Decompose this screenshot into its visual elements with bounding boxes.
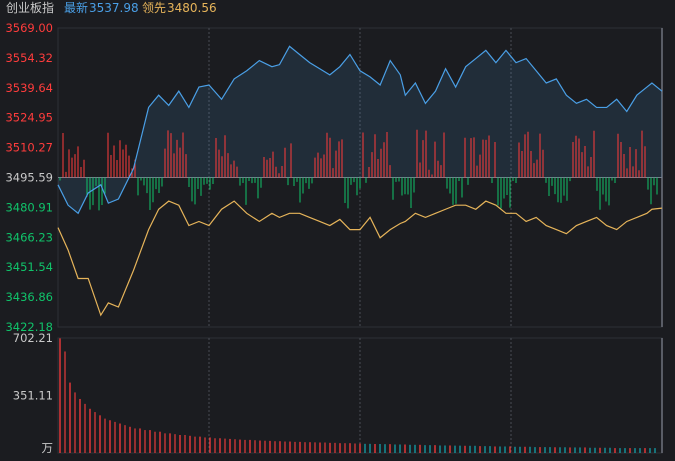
volume-axis-tick-1: 351.11 (13, 388, 53, 402)
price-axis-tick-1: 3554.32 (5, 51, 53, 65)
price-axis-tick-2: 3539.64 (5, 81, 53, 95)
intraday-chart[interactable]: 3569.00 3554.32 3539.64 3524.95 3510.27 3495.… (0, 0, 675, 461)
volume-axis-tick-0: 702.21 (13, 331, 53, 345)
price-axis-tick-5: 3495.59 (5, 171, 53, 185)
price-axis-tick-8: 3451.54 (5, 260, 53, 274)
lead-line (57, 200, 663, 317)
price-axis-tick-9: 3436.86 (5, 290, 53, 304)
volume-unit-label: 万 (42, 441, 54, 455)
price-axis-tick-3: 3524.95 (5, 111, 53, 125)
price-axis-tick-0: 3569.00 (5, 21, 53, 35)
price-axis-tick-6: 3480.91 (5, 200, 53, 214)
price-axis-tick-4: 3510.27 (5, 141, 53, 155)
price-axis-tick-7: 3466.23 (5, 230, 53, 244)
